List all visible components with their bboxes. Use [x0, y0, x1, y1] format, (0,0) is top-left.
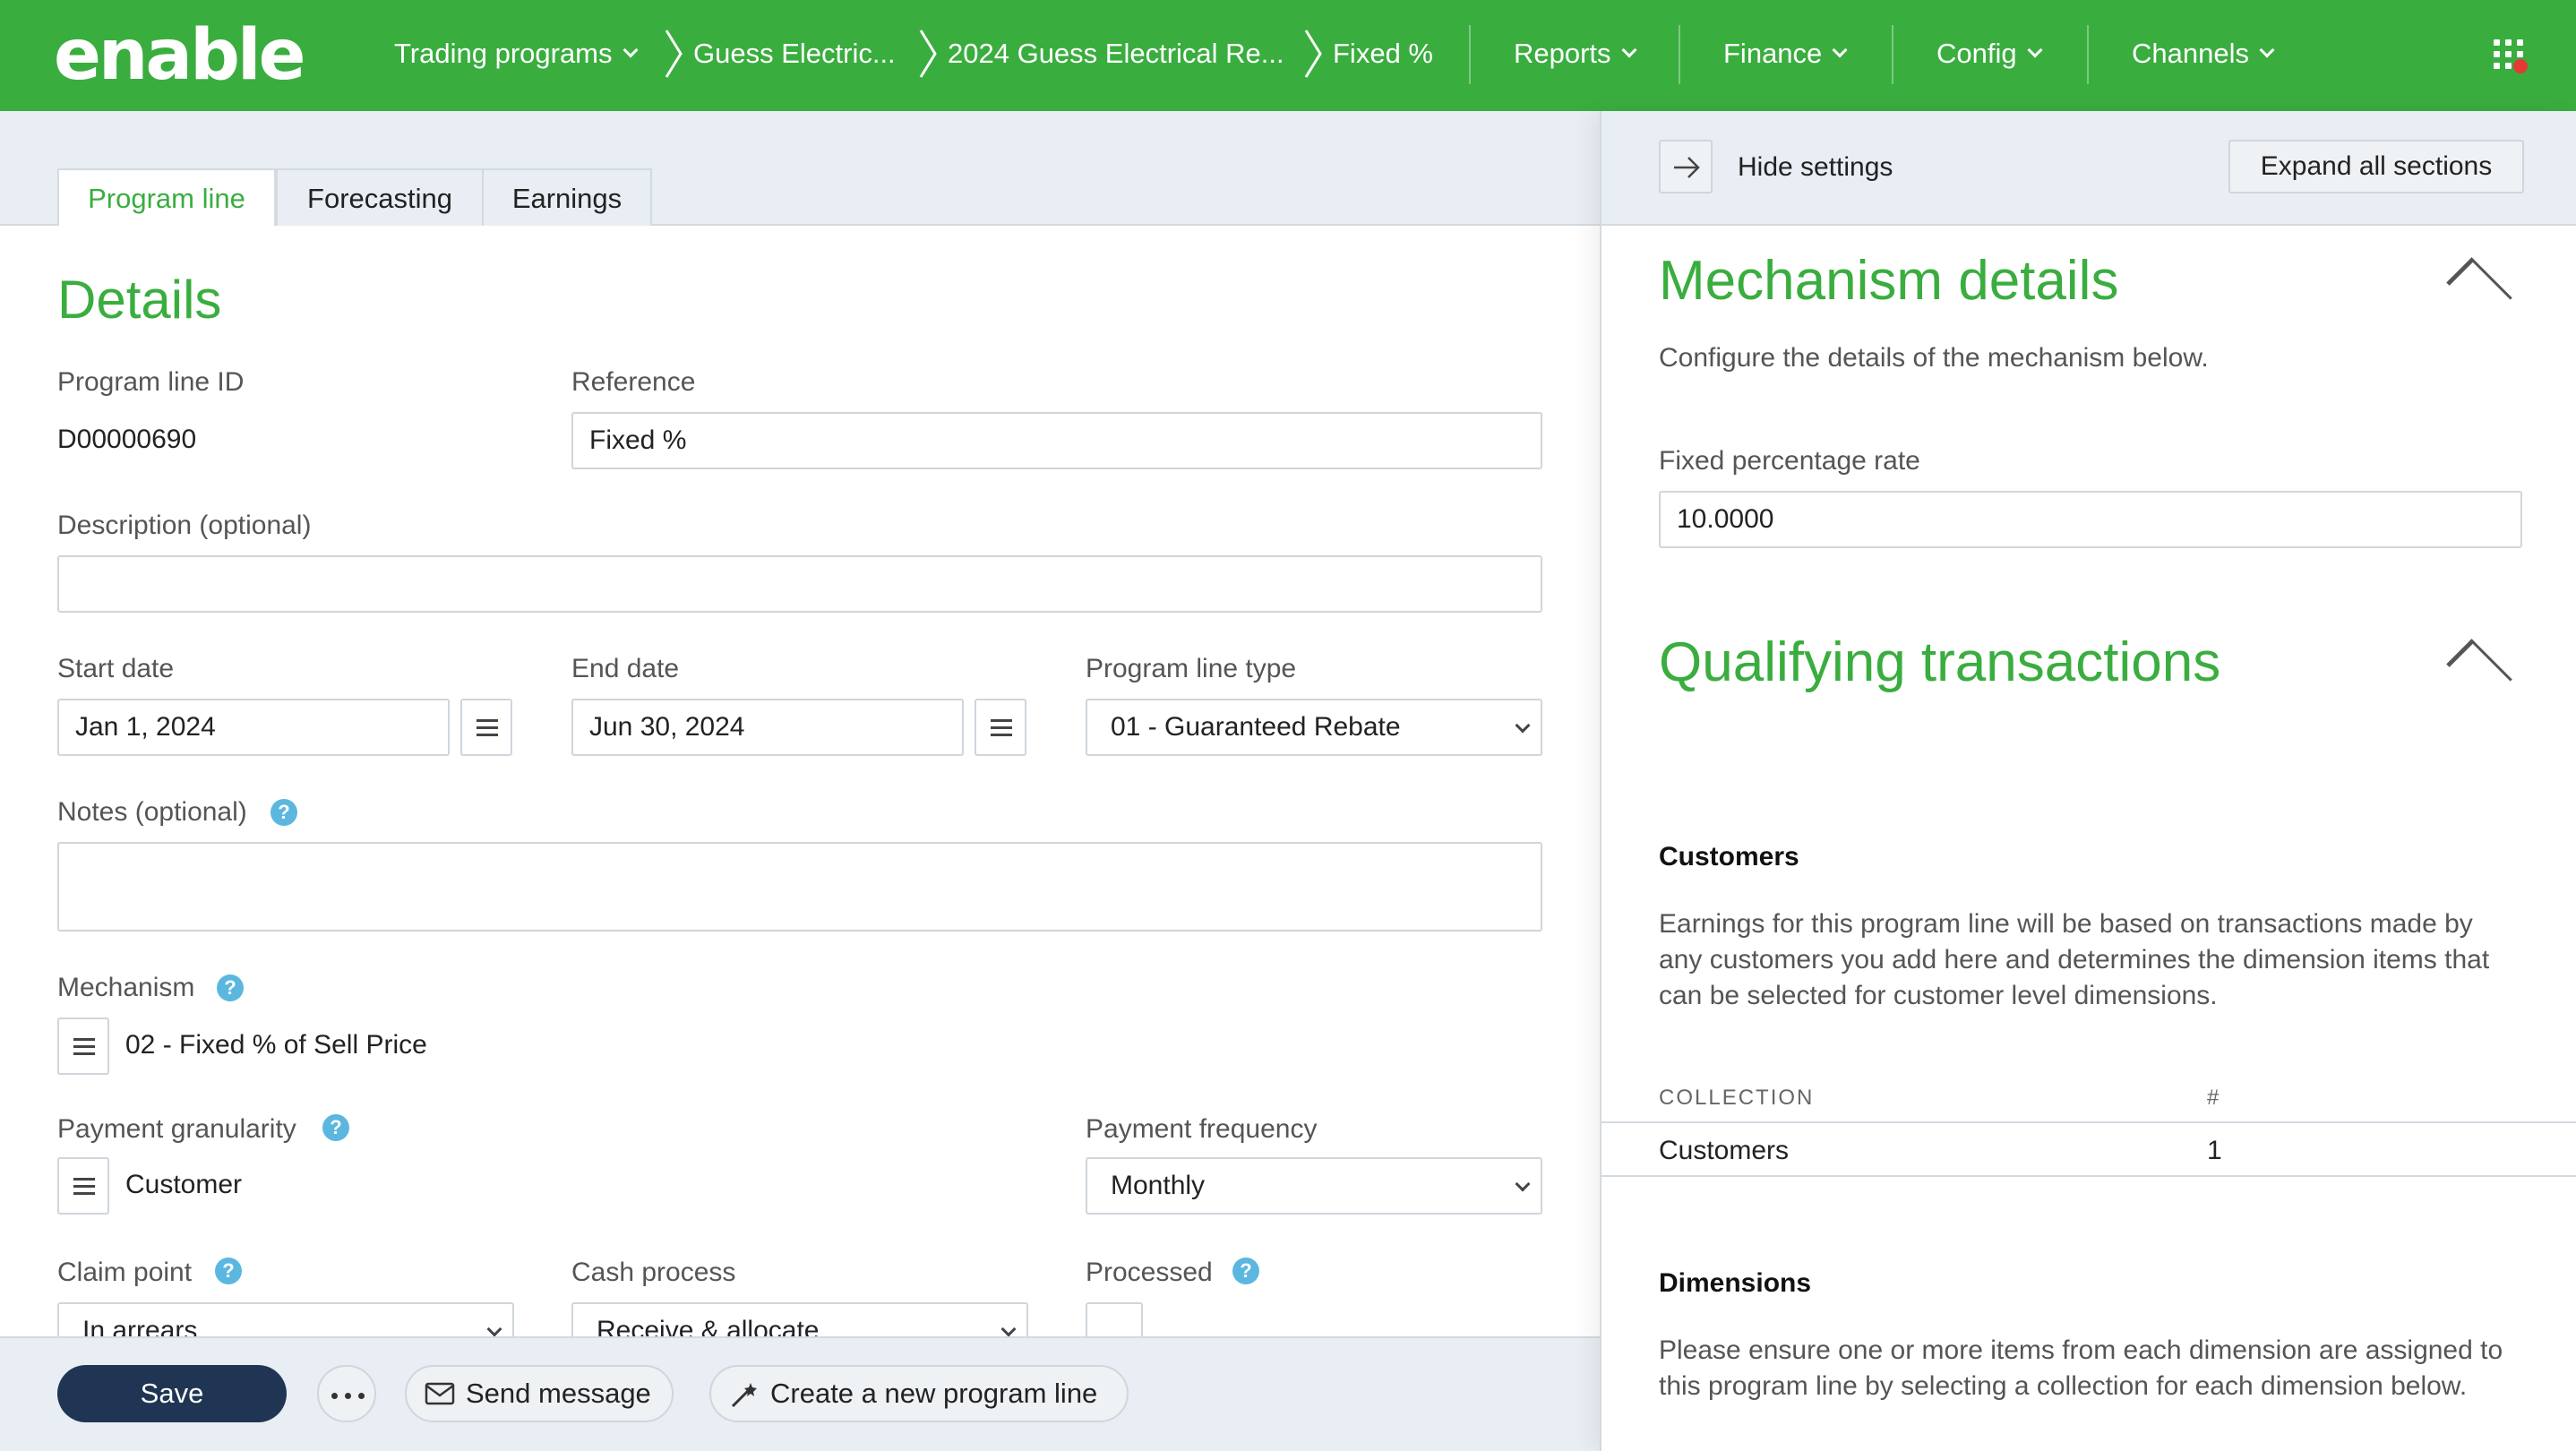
magic-wand-icon — [731, 1383, 757, 1408]
collection-row-count: 1 — [2207, 1136, 2222, 1165]
fixed-rate-label: Fixed percentage rate — [1659, 446, 1920, 476]
breadcrumb-separator-icon — [919, 30, 937, 78]
dimensions-description: Please ensure one or more items from eac… — [1659, 1335, 2503, 1401]
nav-divider — [2087, 25, 2089, 84]
dimensions-heading: Dimensions — [1659, 1268, 1812, 1298]
reference-input[interactable]: Fixed % — [571, 412, 1542, 469]
program-line-id-label: Program line ID — [57, 367, 245, 397]
top-navigation-bar: enable Trading programs Guess Electric..… — [0, 0, 2576, 111]
table-divider — [1601, 1121, 2576, 1123]
end-date-picker-button[interactable] — [975, 699, 1026, 756]
nav-trading-programs-label: Trading programs — [394, 38, 613, 69]
reference-label: Reference — [571, 367, 696, 397]
nav-divider — [1469, 25, 1471, 84]
start-date-label: Start date — [57, 654, 175, 683]
send-message-button[interactable]: Send message — [405, 1365, 674, 1422]
nav-config[interactable]: Config — [1936, 0, 2043, 111]
help-icon[interactable]: ? — [270, 799, 297, 826]
payment-granularity-picker-button[interactable] — [57, 1157, 109, 1215]
hide-settings-button[interactable] — [1659, 140, 1713, 193]
nav-reports-label: Reports — [1514, 38, 1611, 69]
create-program-line-label: Create a new program line — [770, 1378, 1098, 1409]
payment-granularity-value: Customer — [125, 1170, 243, 1199]
payment-granularity-label: Payment granularity — [57, 1114, 296, 1144]
tab-forecasting[interactable]: Forecasting — [276, 168, 484, 226]
breadcrumb-separator-icon — [665, 30, 683, 78]
tab-program-line[interactable]: Program line — [57, 168, 276, 228]
arrow-right-icon — [1674, 157, 1700, 178]
description-input[interactable] — [57, 555, 1542, 613]
program-line-id-value: D00000690 — [57, 425, 197, 454]
help-icon[interactable]: ? — [215, 1258, 242, 1284]
claim-point-label: Claim point — [57, 1258, 193, 1287]
nav-finance[interactable]: Finance — [1723, 0, 1848, 111]
envelope-icon — [425, 1382, 455, 1405]
nav-channels-label: Channels — [2132, 38, 2249, 69]
program-line-type-select[interactable]: 01 - Guaranteed Rebate — [1086, 699, 1542, 756]
customers-heading: Customers — [1659, 842, 1799, 871]
description-label: Description (optional) — [57, 511, 312, 540]
chevron-down-icon — [623, 42, 639, 58]
more-actions-button[interactable] — [317, 1365, 376, 1422]
mechanism-value: 02 - Fixed % of Sell Price — [125, 1030, 427, 1060]
breadcrumb-item-program[interactable]: 2024 Guess Electrical Re... — [948, 0, 1284, 111]
customers-description: Earnings for this program line will be b… — [1659, 909, 2490, 1010]
create-program-line-button[interactable]: Create a new program line — [709, 1365, 1129, 1422]
help-icon[interactable]: ? — [217, 974, 244, 1001]
breadcrumb-separator-icon — [1304, 30, 1322, 78]
chevron-down-icon — [486, 1321, 502, 1337]
enable-logo[interactable]: enable — [54, 16, 306, 95]
cash-process-label: Cash process — [571, 1258, 736, 1287]
qualifying-transactions-heading: Qualifying transactions — [1659, 631, 2221, 693]
breadcrumb-item-company[interactable]: Guess Electric... — [693, 0, 896, 111]
mechanism-label: Mechanism — [57, 973, 195, 1002]
nav-reports[interactable]: Reports — [1514, 0, 1637, 111]
notes-textarea[interactable] — [57, 842, 1542, 932]
fixed-rate-input[interactable]: 10.0000 — [1659, 491, 2522, 548]
expand-all-sections-button[interactable]: Expand all sections — [2228, 140, 2524, 193]
processed-label: Processed — [1086, 1258, 1213, 1287]
tab-earnings[interactable]: Earnings — [482, 168, 652, 226]
collection-row-name[interactable]: Customers — [1659, 1136, 1789, 1166]
start-date-picker-button[interactable] — [460, 699, 512, 756]
chevron-down-icon — [1515, 1176, 1531, 1192]
program-line-type-value: 01 - Guaranteed Rebate — [1111, 712, 1401, 742]
help-icon[interactable]: ? — [322, 1114, 349, 1141]
table-divider — [1601, 1175, 2576, 1177]
notification-dot — [2513, 59, 2528, 73]
breadcrumb-item-current: Fixed % — [1333, 38, 1433, 69]
end-date-input[interactable]: Jun 30, 2024 — [571, 699, 964, 756]
collection-column-header: COLLECTION — [1659, 1086, 1815, 1110]
start-date-input[interactable]: Jan 1, 2024 — [57, 699, 450, 756]
chevron-down-icon — [1621, 42, 1637, 58]
save-button[interactable]: Save — [57, 1365, 287, 1422]
notes-label: Notes (optional) — [57, 797, 247, 827]
end-date-label: End date — [571, 654, 680, 683]
help-icon[interactable]: ? — [1232, 1258, 1259, 1284]
mechanism-details-heading: Mechanism details — [1659, 250, 2119, 312]
chevron-down-icon — [1832, 42, 1848, 58]
details-heading: Details — [57, 270, 222, 330]
mechanism-picker-button[interactable] — [57, 1017, 109, 1075]
payment-frequency-select[interactable]: Monthly — [1086, 1157, 1542, 1215]
chevron-down-icon — [1515, 717, 1531, 734]
send-message-label: Send message — [466, 1378, 651, 1409]
payment-frequency-label: Payment frequency — [1086, 1114, 1318, 1144]
payment-frequency-value: Monthly — [1111, 1171, 1206, 1200]
hide-settings-label[interactable]: Hide settings — [1738, 152, 1893, 183]
nav-trading-programs[interactable]: Trading programs — [394, 0, 639, 111]
mechanism-details-description: Configure the details of the mechanism b… — [1659, 343, 2209, 373]
nav-channels[interactable]: Channels — [2132, 0, 2275, 111]
nav-divider — [1892, 25, 1893, 84]
chevron-down-icon — [2259, 42, 2275, 58]
chevron-down-icon — [2027, 42, 2043, 58]
program-line-type-label: Program line type — [1086, 654, 1297, 683]
nav-config-label: Config — [1936, 38, 2017, 69]
count-column-header: # — [2207, 1086, 2221, 1110]
nav-finance-label: Finance — [1723, 38, 1823, 69]
nav-divider — [1679, 25, 1680, 84]
chevron-down-icon — [1000, 1321, 1017, 1337]
